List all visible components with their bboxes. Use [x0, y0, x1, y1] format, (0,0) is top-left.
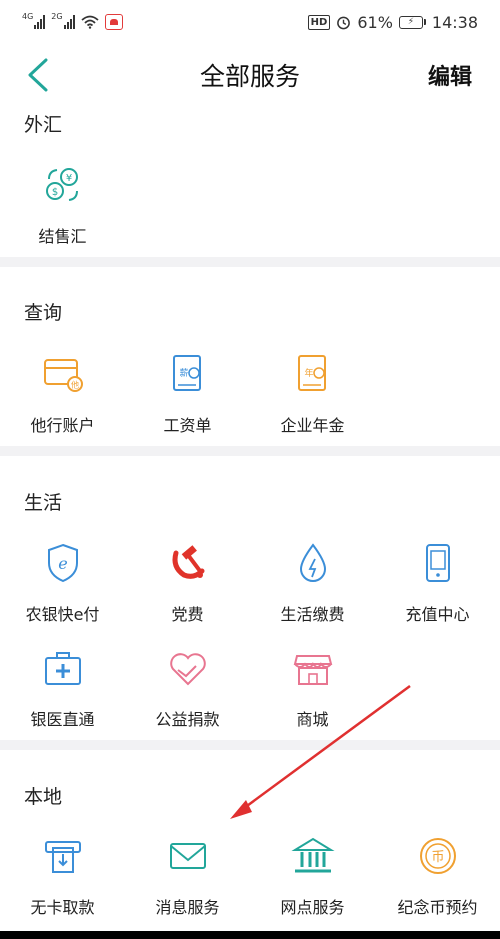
signal-bars-icon	[34, 15, 46, 29]
battery-percent: 61%	[357, 12, 393, 32]
annotation-arrow	[230, 684, 411, 819]
currency-exchange-icon: ¥ $	[41, 163, 85, 207]
store-icon	[291, 646, 335, 690]
app-notification-icon	[104, 14, 123, 30]
service-item-label: 无卡取款	[30, 898, 95, 917]
service-item-branch-service[interactable]: 网点服务	[250, 834, 375, 918]
service-item-label: 农银快e付	[25, 605, 100, 624]
charity-heart-icon	[166, 646, 210, 690]
shield-e-icon: e	[41, 541, 85, 585]
service-item-label: 生活缴费	[280, 605, 345, 624]
service-item-label: 纪念币预约	[397, 898, 478, 917]
service-item-label: 银医直通	[30, 710, 95, 729]
salary-slip-icon: 薪	[166, 352, 210, 396]
signal-bars-icon	[63, 15, 75, 29]
hd-badge: HD	[307, 14, 331, 30]
bottom-edge-bar	[0, 931, 500, 939]
section-title-query: 查询	[24, 302, 63, 324]
service-item-cardless-withdrawal[interactable]: 无卡取款	[0, 834, 125, 918]
svg-text:他: 他	[71, 380, 79, 390]
service-item-utility-payment[interactable]: 生活缴费	[250, 541, 375, 625]
service-item-label: 充值中心	[405, 605, 470, 624]
service-item-bank-hospital[interactable]: 银医直通	[0, 646, 125, 730]
service-item-fx-settlement[interactable]: ¥ $ 结售汇	[0, 163, 125, 247]
service-item-enterprise-annuity[interactable]: 年 企业年金	[250, 352, 375, 436]
service-item-label: 消息服务	[155, 898, 220, 917]
status-bar-right: HD 61% ⚡ 14:38	[307, 12, 478, 32]
signal-2g: 2G	[51, 12, 75, 29]
svg-text:年: 年	[304, 367, 313, 379]
phone-recharge-icon	[416, 541, 460, 585]
svg-text:e: e	[58, 554, 67, 573]
service-item-label: 商城	[296, 710, 329, 729]
status-bar: 4G 2G HD 61% ⚡ 14:38	[0, 0, 500, 44]
service-item-salary-slip[interactable]: 薪 工资单	[125, 352, 250, 436]
status-bar-left: 4G 2G	[22, 12, 123, 30]
commemorative-coin-icon: 币	[416, 834, 460, 878]
message-envelope-icon	[166, 834, 210, 878]
svg-text:薪: 薪	[179, 367, 188, 379]
edit-button[interactable]: 编辑	[428, 59, 472, 91]
section-title-local: 本地	[24, 786, 63, 808]
service-item-abc-quick-pay[interactable]: e 农银快e付	[0, 541, 125, 625]
svg-text:¥: ¥	[65, 173, 71, 184]
network-type-label: 2G	[51, 12, 63, 21]
section-title-forex: 外汇	[24, 114, 63, 136]
service-item-message-service[interactable]: 消息服务	[125, 834, 250, 918]
status-time: 14:38	[431, 12, 478, 32]
service-item-label: 公益捐款	[155, 710, 220, 729]
service-item-mall[interactable]: 商城	[250, 646, 375, 730]
service-item-label: 工资单	[163, 416, 212, 435]
bank-branch-icon	[290, 834, 335, 878]
bank-card-icon: 他	[41, 352, 85, 396]
service-item-label: 网点服务	[280, 898, 345, 917]
section-divider	[0, 446, 500, 456]
section-divider	[0, 257, 500, 267]
hammer-sickle-icon	[166, 541, 210, 585]
wifi-icon	[81, 15, 99, 29]
service-item-recharge-center[interactable]: 充值中心	[375, 541, 500, 625]
service-item-label: 企业年金	[280, 416, 345, 435]
service-item-charity-donation[interactable]: 公益捐款	[125, 646, 250, 730]
annuity-icon: 年	[291, 352, 335, 396]
page-title: 全部服务	[199, 62, 300, 91]
network-type-label: 4G	[22, 12, 34, 21]
section-divider	[0, 740, 500, 750]
service-item-party-fee[interactable]: 党费	[125, 541, 250, 625]
water-drop-icon	[291, 541, 335, 585]
svg-text:币: 币	[431, 850, 444, 865]
page-header: 全部服务 编辑	[0, 44, 500, 106]
section-title-life: 生活	[24, 492, 63, 514]
cardless-withdraw-icon	[41, 834, 85, 878]
alarm-icon	[337, 16, 351, 29]
signal-4g: 4G	[22, 12, 46, 29]
service-item-label: 他行账户	[30, 416, 95, 435]
battery-icon: ⚡	[398, 15, 426, 29]
svg-text:$: $	[51, 187, 57, 198]
service-item-other-bank-account[interactable]: 他 他行账户	[0, 352, 125, 436]
service-item-label: 结售汇	[38, 227, 87, 246]
medical-box-icon	[41, 646, 85, 690]
service-item-label: 党费	[171, 605, 204, 624]
service-item-coin-reservation[interactable]: 币 纪念币预约	[375, 834, 500, 918]
